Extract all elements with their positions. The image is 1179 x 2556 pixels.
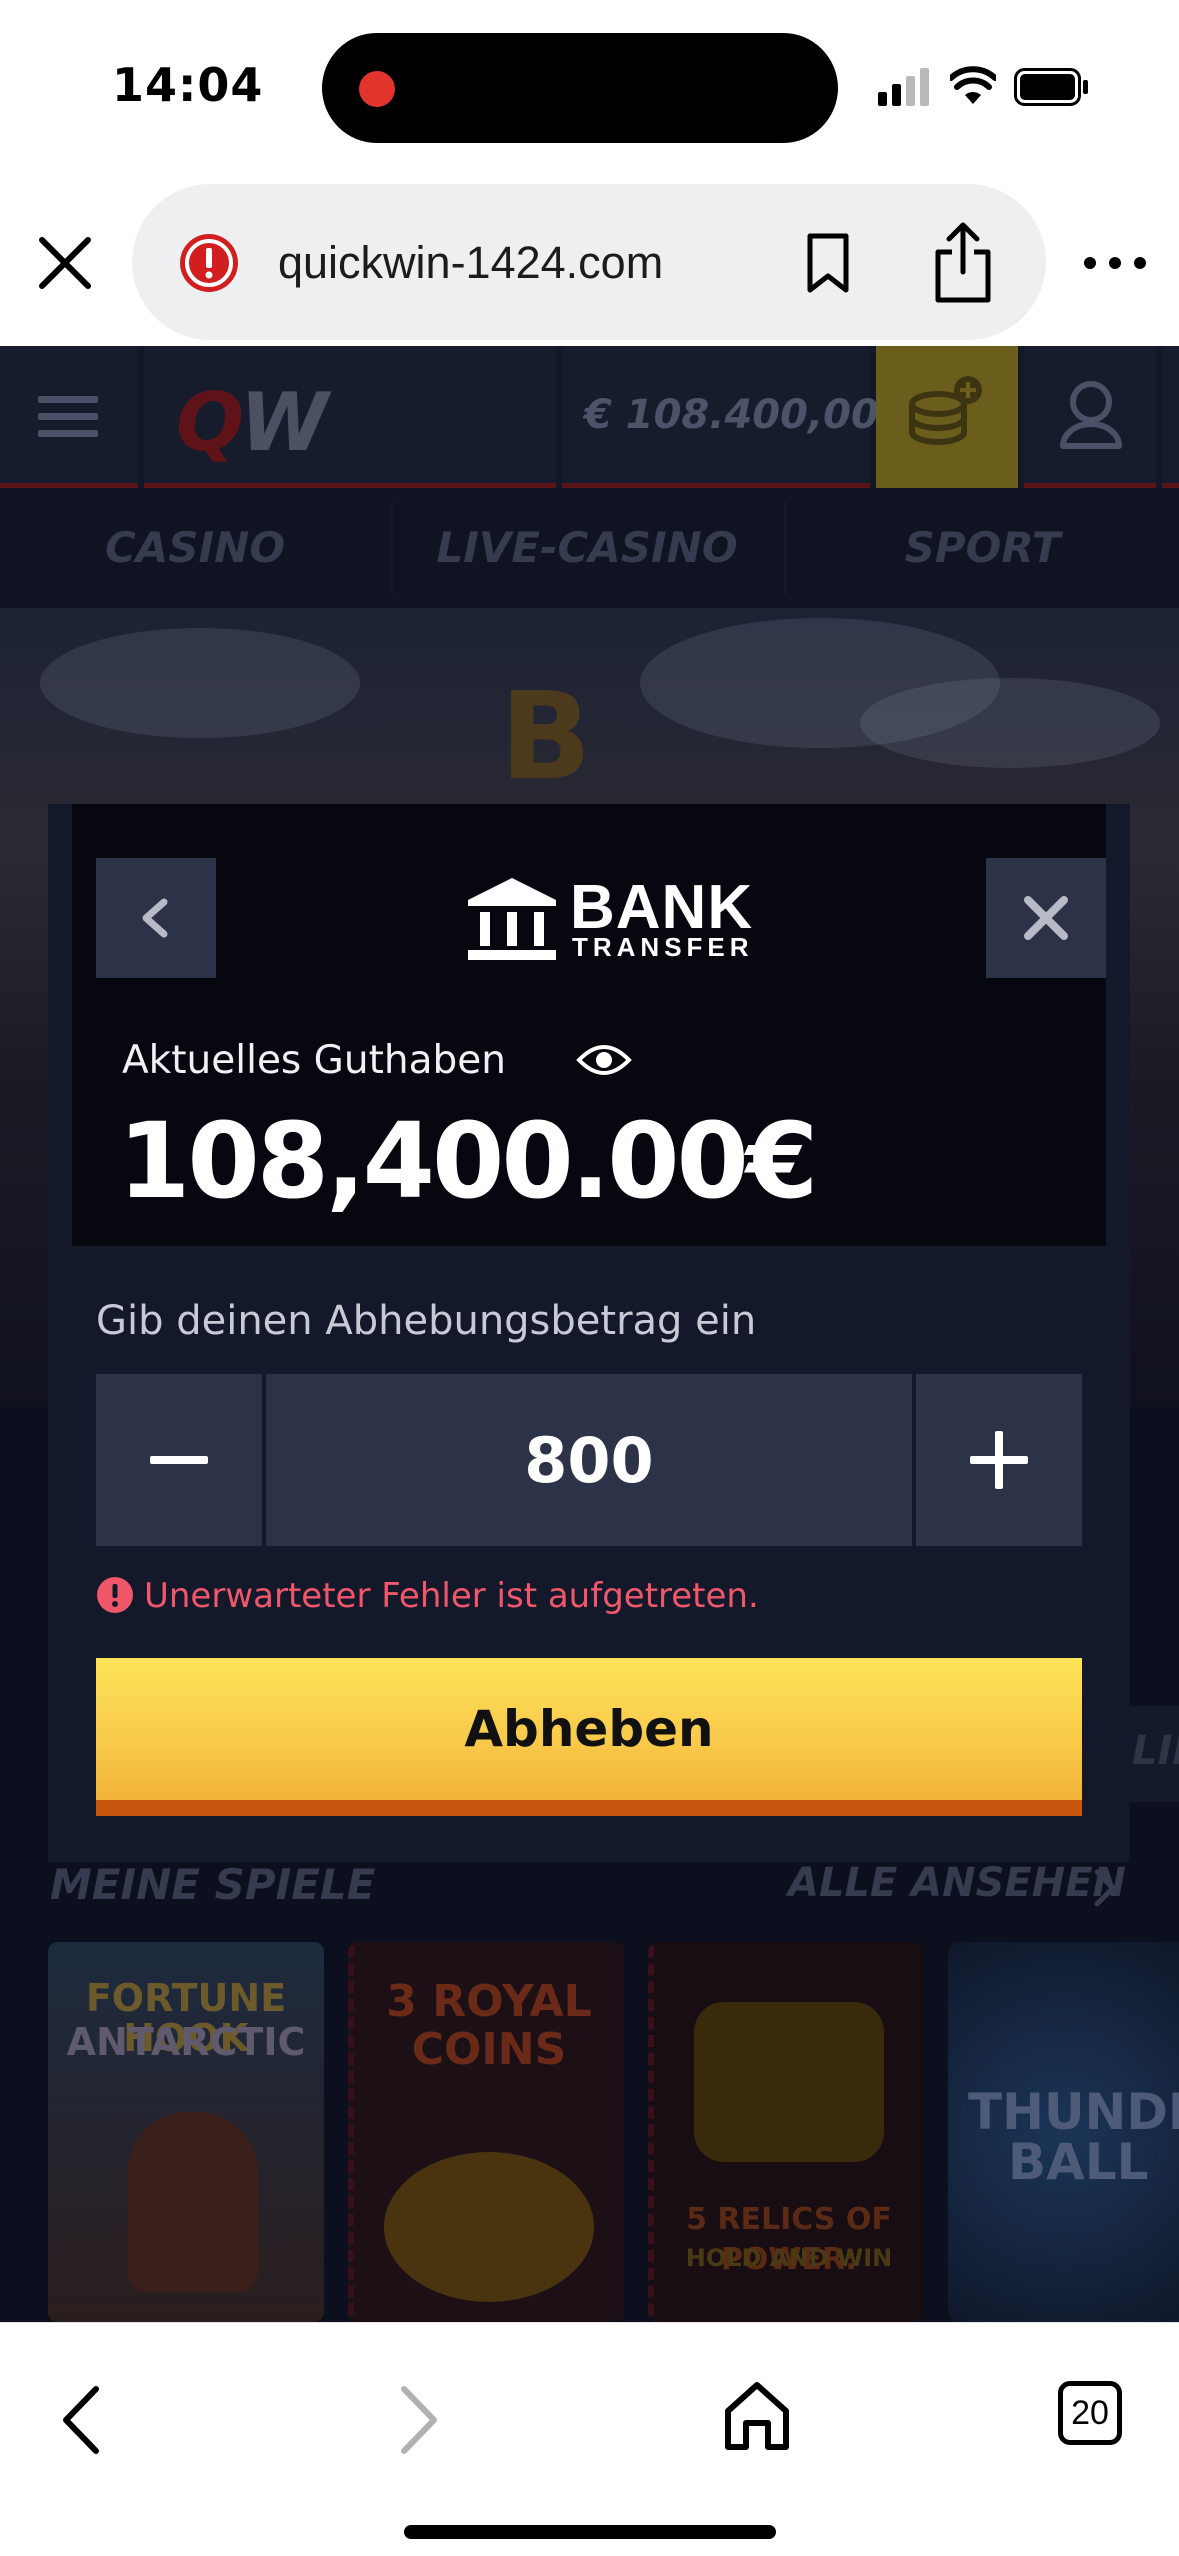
battery-icon <box>1014 68 1088 106</box>
chevron-right-icon[interactable] <box>1092 1868 1118 1908</box>
tab-count: 20 <box>1058 2381 1122 2445</box>
url-text: quickwin-1424.com <box>278 237 664 288</box>
address-field[interactable]: quickwin-1424.com <box>132 184 1046 340</box>
bitcoin-icon: B <box>500 668 592 807</box>
logo-transfer-text: TRANSFER <box>572 932 754 962</box>
edge-cell <box>1162 346 1179 488</box>
dynamic-island <box>322 33 838 143</box>
wifi-icon <box>950 66 996 104</box>
balance-label: Aktuelles Guthaben <box>122 1038 506 1083</box>
see-all-link[interactable]: ALLE ANSEHEN <box>788 1860 1126 1906</box>
browser-url-bar: quickwin-1424.com <box>0 170 1179 346</box>
game-card[interactable]: 3 ROYAL COINS <box>348 1942 624 2322</box>
site-header: QW € 108.400,00 <box>0 346 1179 488</box>
error-text: Unerwarteter Fehler ist aufgetreten. <box>144 1576 759 1616</box>
coins-plus-icon <box>909 376 982 445</box>
decrease-button[interactable] <box>96 1374 262 1546</box>
close-icon[interactable] <box>30 228 100 298</box>
bank-building-icon <box>468 878 556 960</box>
bookmark-icon[interactable] <box>802 232 854 294</box>
home-icon[interactable] <box>722 2379 792 2453</box>
profile-button[interactable] <box>1026 346 1156 488</box>
tabs-button[interactable]: 20 <box>1058 2381 1128 2451</box>
game-title-line: 3 ROYAL <box>386 1976 592 2027</box>
tab-sport[interactable]: SPORT <box>786 488 1179 608</box>
eye-icon[interactable] <box>576 1040 632 1080</box>
my-games-title: MEINE SPIELE <box>50 1860 376 1909</box>
deposit-button[interactable] <box>876 346 1018 488</box>
game-title-line: HOLD AND WIN <box>685 2244 893 2272</box>
hamburger-menu-icon[interactable] <box>38 396 98 438</box>
game-card[interactable]: 5 RELICS OF POWER: HOLD AND WIN <box>648 1942 924 2322</box>
minus-icon <box>150 1456 208 1464</box>
header-balance[interactable]: € 108.400,00 <box>584 392 879 438</box>
record-dot-icon <box>359 71 395 107</box>
side-tab-label: LIE <box>1132 1728 1179 1774</box>
amount-stepper <box>96 1374 1082 1546</box>
modal-header: BANK TRANSFER Aktuelles Guthaben 108,400… <box>72 804 1106 1246</box>
share-icon[interactable] <box>930 220 996 304</box>
game-title-line: ANTARCTIC <box>66 2020 306 2064</box>
warning-icon[interactable] <box>176 230 242 296</box>
game-title-line: BALL <box>1008 2133 1149 2191</box>
plus-icon <box>970 1431 1028 1489</box>
back-arrow-icon[interactable] <box>52 2383 112 2457</box>
tab-live-casino[interactable]: LIVE-CASINO <box>392 488 782 608</box>
forward-arrow-icon[interactable] <box>388 2383 448 2457</box>
withdraw-button-label: Abheben <box>464 1700 714 1758</box>
withdraw-button[interactable]: Abheben <box>96 1658 1082 1816</box>
withdraw-modal: BANK TRANSFER Aktuelles Guthaben 108,400… <box>48 804 1130 1862</box>
side-tab: LIE <box>1130 1706 1179 1802</box>
site-nav: CASINO LIVE-CASINO SPORT <box>0 488 1179 608</box>
increase-button[interactable] <box>916 1374 1082 1546</box>
close-button[interactable] <box>986 858 1106 978</box>
site-logo[interactable]: QW <box>176 376 328 469</box>
back-button[interactable] <box>96 858 216 978</box>
tab-casino[interactable]: CASINO <box>0 488 390 608</box>
browser-toolbar: 20 <box>0 2322 1179 2556</box>
balance-value: 108,400.00€ <box>118 1100 818 1222</box>
amount-input[interactable] <box>266 1374 912 1546</box>
status-bar: 14:04 <box>0 0 1179 170</box>
game-title-line: THUNDER <box>968 2083 1179 2141</box>
game-title-line: COINS <box>411 2024 567 2075</box>
close-icon <box>1024 896 1068 940</box>
game-card[interactable]: THUNDER BALL <box>948 1942 1179 2322</box>
more-options-icon[interactable] <box>1080 248 1150 278</box>
withdraw-amount-label: Gib deinen Abhebungsbetrag ein <box>96 1298 757 1344</box>
home-indicator <box>404 2525 776 2539</box>
chevron-left-icon <box>142 898 168 938</box>
user-icon <box>1060 381 1122 449</box>
bank-transfer-logo: BANK TRANSFER <box>464 873 784 964</box>
cellular-signal-icon <box>878 66 932 106</box>
game-card[interactable]: FORTUNE HOOK ANTARCTIC <box>48 1942 324 2322</box>
status-time: 14:04 <box>112 58 264 112</box>
error-icon <box>97 1577 133 1613</box>
